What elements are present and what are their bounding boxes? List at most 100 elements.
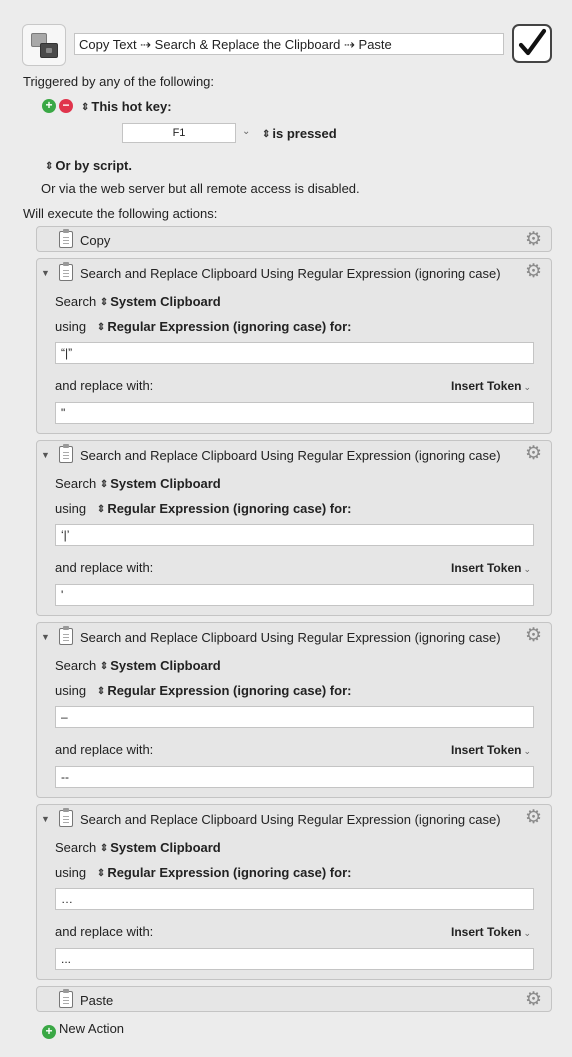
- insert-token-menu[interactable]: Insert Token ⌄: [451, 925, 531, 939]
- search-label: Search: [55, 476, 97, 491]
- match-mode-select[interactable]: ⇕ Regular Expression (ignoring case) for:: [97, 319, 352, 334]
- match-mode-select[interactable]: ⇕ Regular Expression (ignoring case) for:: [97, 501, 352, 516]
- action-search-replace-3[interactable]: ▼ Search and Replace Clipboard Using Reg…: [36, 622, 552, 798]
- using-label: using: [55, 319, 87, 334]
- clipboard-icon: [59, 626, 73, 645]
- clipboard-icon: [59, 808, 73, 827]
- action-paste[interactable]: Paste ⚙: [36, 986, 552, 1012]
- match-mode-select[interactable]: ⇕ Regular Expression (ignoring case) for:: [97, 865, 352, 880]
- insert-token-label: Insert Token: [450, 561, 522, 575]
- insert-token-label: Insert Token: [450, 925, 522, 939]
- actions-heading: Will execute the following actions:: [23, 206, 218, 221]
- insert-token-menu[interactable]: Insert Token ⌄: [451, 379, 531, 393]
- action-copy[interactable]: Copy ⚙: [36, 226, 552, 252]
- replacement-field[interactable]: ...: [55, 948, 534, 970]
- hotkey-state-label: is pressed: [272, 126, 337, 141]
- using-row: using ⇕ Regular Expression (ignoring case…: [55, 683, 351, 698]
- clipboard-icon: [59, 229, 73, 248]
- updown-arrows-icon: ⇕: [262, 129, 271, 140]
- hotkey-state-select[interactable]: ⇕ is pressed: [262, 126, 337, 141]
- hotkey-trigger-type[interactable]: ⇕ This hot key:: [81, 99, 172, 114]
- hotkey-trigger-label: This hot key:: [91, 99, 172, 114]
- search-label: Search: [55, 658, 97, 673]
- checkmark-icon: [518, 28, 547, 56]
- updown-arrows-icon: ⇕: [99, 479, 109, 490]
- pattern-field[interactable]: –: [55, 706, 534, 728]
- insert-token-menu[interactable]: Insert Token ⌄: [451, 561, 531, 575]
- disclosure-triangle-icon[interactable]: ▼: [41, 450, 50, 460]
- plus-circle-icon: +: [42, 1025, 56, 1039]
- search-label: Search: [55, 294, 97, 309]
- insert-token-label: Insert Token: [450, 379, 522, 393]
- script-trigger-select[interactable]: ⇕ Or by script.: [45, 158, 132, 173]
- disclosure-triangle-icon[interactable]: ▼: [41, 268, 50, 278]
- replace-label: and replace with:: [55, 924, 154, 939]
- updown-arrows-icon: ⇕: [81, 102, 90, 113]
- match-mode-label: Regular Expression (ignoring case) for:: [107, 319, 352, 334]
- search-target-select[interactable]: ⇕ System Clipboard: [100, 294, 221, 309]
- using-label: using: [55, 683, 87, 698]
- script-trigger-label: Or by script.: [55, 158, 132, 173]
- clipboard-icon: [59, 262, 73, 281]
- search-target-select[interactable]: ⇕ System Clipboard: [100, 840, 221, 855]
- copy-icon-front: [40, 43, 58, 58]
- chevron-down-icon[interactable]: ⌄: [242, 126, 250, 137]
- gear-icon[interactable]: ⚙: [525, 808, 542, 827]
- macro-enabled-checkbox[interactable]: [512, 24, 552, 63]
- action-search-replace-1[interactable]: ▼ Search and Replace Clipboard Using Reg…: [36, 258, 552, 434]
- match-mode-label: Regular Expression (ignoring case) for:: [107, 683, 352, 698]
- action-title: Paste: [80, 993, 114, 1008]
- updown-arrows-icon: ⇕: [99, 843, 109, 854]
- search-target-select[interactable]: ⇕ System Clipboard: [100, 476, 221, 491]
- gear-icon[interactable]: ⚙: [525, 990, 542, 1009]
- add-trigger-icon[interactable]: +: [42, 99, 56, 113]
- action-search-replace-2[interactable]: ▼ Search and Replace Clipboard Using Reg…: [36, 440, 552, 616]
- using-label: using: [55, 501, 87, 516]
- gear-icon[interactable]: ⚙: [525, 444, 542, 463]
- match-mode-label: Regular Expression (ignoring case) for:: [107, 865, 352, 880]
- pattern-field[interactable]: ‘|’: [55, 524, 534, 546]
- gear-icon[interactable]: ⚙: [525, 230, 542, 249]
- gear-icon[interactable]: ⚙: [525, 626, 542, 645]
- disclosure-triangle-icon[interactable]: ▼: [41, 814, 50, 824]
- updown-arrows-icon: ⇕: [96, 504, 106, 515]
- using-label: using: [55, 865, 87, 880]
- search-row: Search ⇕ System Clipboard: [55, 658, 221, 673]
- using-row: using ⇕ Regular Expression (ignoring case…: [55, 865, 351, 880]
- new-action-button[interactable]: + New Action: [42, 1021, 124, 1039]
- clipboard-icon: [59, 989, 73, 1008]
- search-target-select[interactable]: ⇕ System Clipboard: [100, 658, 221, 673]
- remove-trigger-icon[interactable]: −: [59, 99, 73, 113]
- pattern-field[interactable]: “|”: [55, 342, 534, 364]
- triggers-heading: Triggered by any of the following:: [23, 74, 215, 89]
- updown-arrows-icon: ⇕: [96, 322, 106, 333]
- replacement-field[interactable]: ": [55, 402, 534, 424]
- search-row: Search ⇕ System Clipboard: [55, 476, 221, 491]
- replacement-field[interactable]: --: [55, 766, 534, 788]
- replacement-field[interactable]: ': [55, 584, 534, 606]
- replace-label: and replace with:: [55, 742, 154, 757]
- clipboard-icon: [59, 444, 73, 463]
- replace-label: and replace with:: [55, 560, 154, 575]
- updown-arrows-icon: ⇕: [99, 661, 109, 672]
- macro-icon[interactable]: [22, 24, 66, 66]
- chevron-down-icon: ⌄: [523, 928, 531, 938]
- hotkey-field[interactable]: F1: [122, 123, 236, 143]
- match-mode-select[interactable]: ⇕ Regular Expression (ignoring case) for:: [97, 683, 352, 698]
- chevron-down-icon: ⌄: [523, 382, 531, 392]
- action-search-replace-4[interactable]: ▼ Search and Replace Clipboard Using Reg…: [36, 804, 552, 980]
- using-row: using ⇕ Regular Expression (ignoring case…: [55, 319, 351, 334]
- pattern-field[interactable]: …: [55, 888, 534, 910]
- search-target-label: System Clipboard: [110, 658, 221, 673]
- insert-token-menu[interactable]: Insert Token ⌄: [451, 743, 531, 757]
- search-target-label: System Clipboard: [110, 294, 221, 309]
- insert-token-label: Insert Token: [450, 743, 522, 757]
- search-row: Search ⇕ System Clipboard: [55, 294, 221, 309]
- gear-icon[interactable]: ⚙: [525, 262, 542, 281]
- disclosure-triangle-icon[interactable]: ▼: [41, 632, 50, 642]
- action-title: Search and Replace Clipboard Using Regul…: [80, 812, 501, 827]
- match-mode-label: Regular Expression (ignoring case) for:: [107, 501, 352, 516]
- updown-arrows-icon: ⇕: [45, 161, 54, 172]
- macro-title-field[interactable]: Copy Text ⇢ Search & Replace the Clipboa…: [74, 33, 504, 55]
- chevron-down-icon: ⌄: [523, 564, 531, 574]
